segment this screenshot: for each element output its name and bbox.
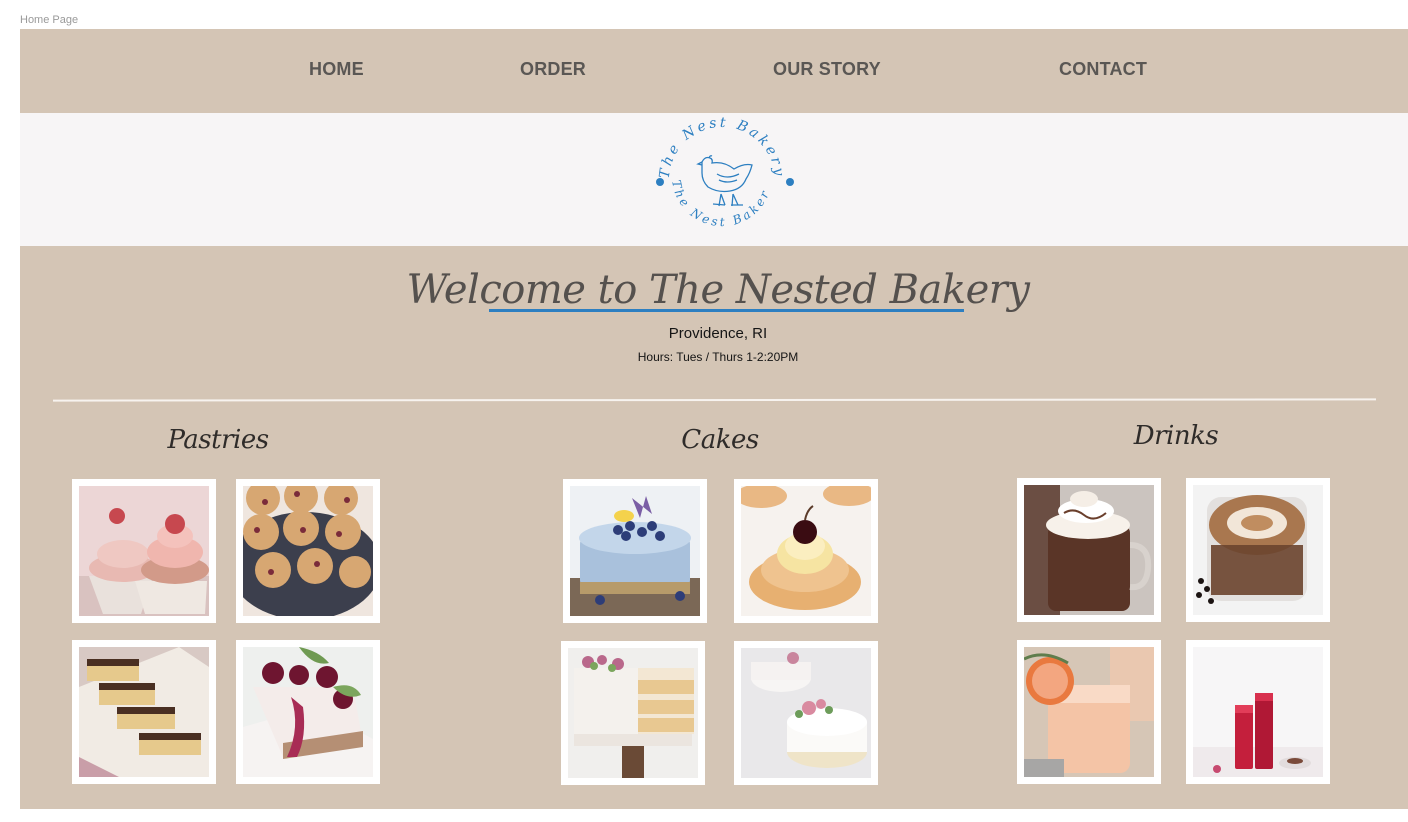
napoleons-image — [79, 647, 209, 777]
hen-icon — [696, 155, 753, 207]
image-tile-cupcakes[interactable] — [72, 479, 216, 623]
nav-contact[interactable]: CONTACT — [1059, 59, 1147, 80]
bakery-logo[interactable]: The Nest Bakery The Nest Bakery — [647, 114, 797, 246]
image-tile-berry-drinks[interactable] — [1186, 640, 1330, 784]
cupcakes-image — [79, 486, 209, 616]
image-tile-napoleons[interactable] — [72, 640, 216, 784]
title-underline — [489, 309, 964, 312]
section-divider — [52, 398, 1377, 402]
nav-order[interactable]: ORDER — [520, 59, 586, 80]
image-tile-floral-cakes[interactable] — [734, 641, 878, 785]
image-tile-blueberry-cake[interactable] — [563, 479, 707, 623]
logo-band: The Nest Bakery The Nest Bakery — [20, 113, 1408, 246]
image-tile-latte[interactable] — [1186, 478, 1330, 622]
berry-drinks-image — [1193, 647, 1323, 777]
svg-text:The Nest Bakery: The Nest Bakery — [657, 115, 787, 180]
cream-puff-image — [741, 486, 871, 616]
image-tile-cream-puff[interactable] — [734, 479, 878, 623]
image-tile-grapefruit-drink[interactable] — [1017, 640, 1161, 784]
image-tile-hot-chocolate[interactable] — [1017, 478, 1161, 622]
home-page: HOME ORDER OUR STORY CONTACT The Nest Ba… — [20, 29, 1408, 809]
location-text: Providence, RI — [668, 325, 768, 342]
blueberry-cake-image — [570, 486, 700, 616]
muffins-image — [243, 486, 373, 616]
hot-chocolate-image — [1024, 485, 1154, 615]
nav-our-story[interactable]: OUR STORY — [773, 59, 881, 80]
main-nav: HOME ORDER OUR STORY CONTACT — [20, 29, 1408, 113]
category-title-drinks: Drinks — [1133, 421, 1219, 451]
grapefruit-drink-image — [1024, 647, 1154, 777]
image-tile-muffins[interactable] — [236, 479, 380, 623]
floral-cakes-image — [741, 648, 871, 778]
hours-text: Hours: Tues / Thurs 1-2:20PM — [637, 350, 799, 364]
layer-cake-image — [568, 648, 698, 778]
latte-image — [1193, 485, 1323, 615]
category-title-pastries: Pastries — [167, 425, 269, 455]
image-tile-cheesecake[interactable] — [236, 640, 380, 784]
frame-label: Home Page — [20, 14, 79, 26]
category-title-cakes: Cakes — [681, 425, 759, 455]
image-tile-layer-cake[interactable] — [561, 641, 705, 785]
cheesecake-image — [243, 647, 373, 777]
nav-home[interactable]: HOME — [309, 59, 364, 80]
logo-text-top: The Nest Bakery — [657, 115, 784, 180]
page-title: Welcome to The Nested Bakery — [406, 267, 1030, 313]
